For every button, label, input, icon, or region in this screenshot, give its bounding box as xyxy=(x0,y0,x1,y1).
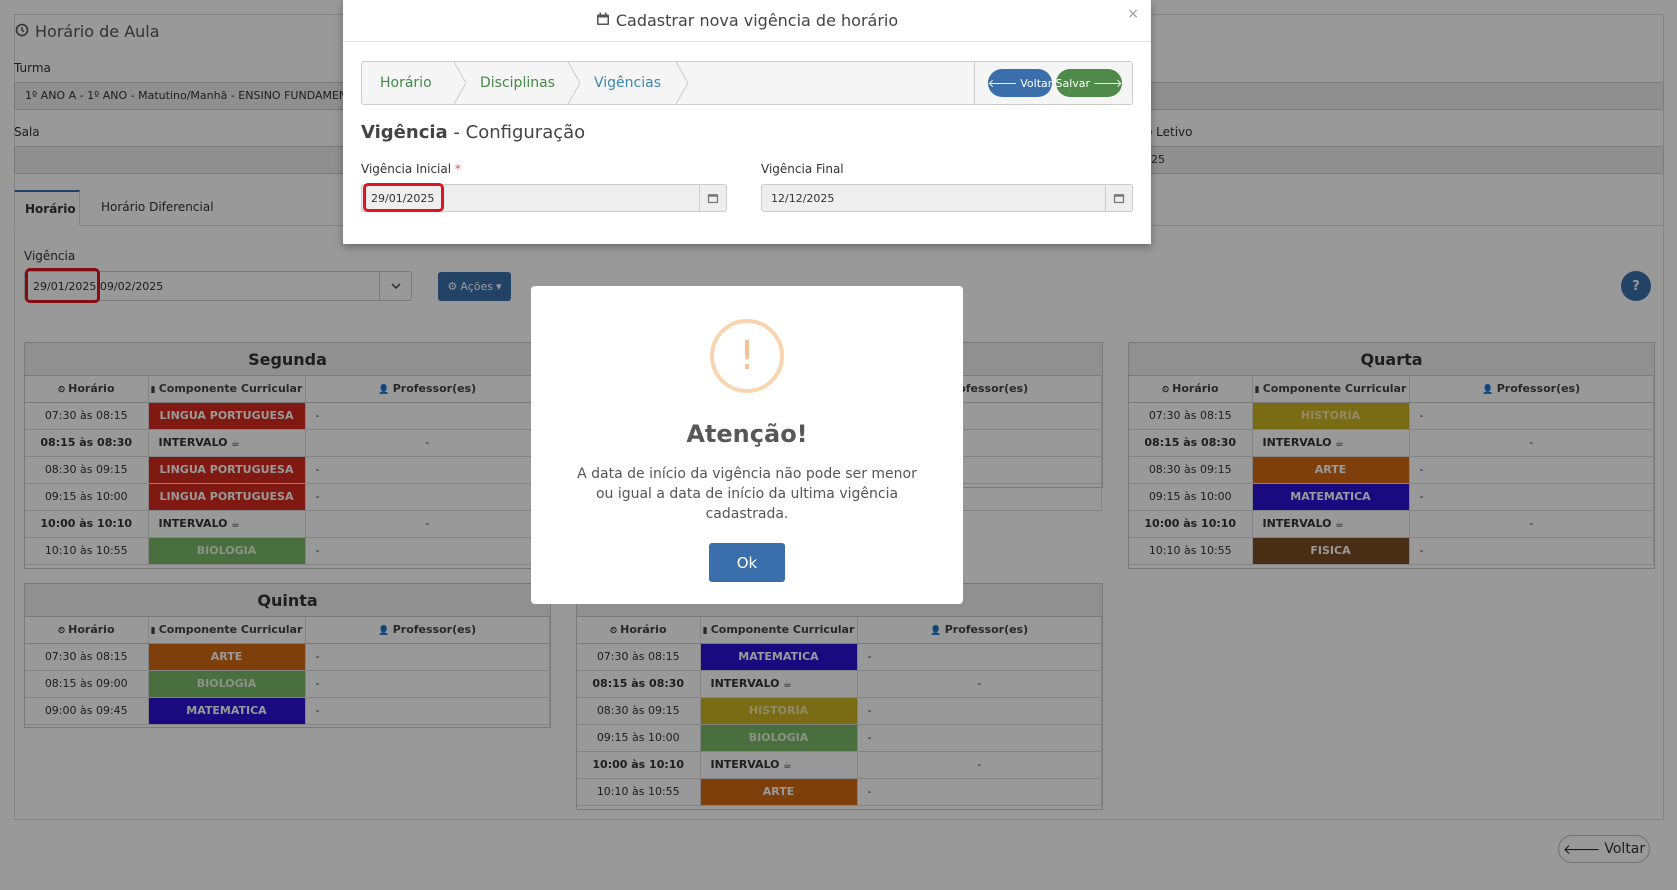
wizard-save-button[interactable]: Salvar 🡒 xyxy=(1055,69,1123,97)
new-vigencia-modal: Cadastrar nova vigência de horário × Hor… xyxy=(343,0,1151,244)
modal-title: Cadastrar nova vigência de horário xyxy=(343,0,1151,42)
alert-message: A data de início da vigência não pode se… xyxy=(577,466,917,522)
section-title: Vigência - Configuração xyxy=(361,122,586,143)
wizard-steps: Horário Disciplinas Vigências 🡐 Voltar Sa… xyxy=(361,61,1133,105)
wizard-step-disciplinas[interactable]: Disciplinas xyxy=(480,62,555,104)
vigencia-final-value: 12/12/2025 xyxy=(771,192,835,205)
alert-title: Atenção! xyxy=(686,420,808,448)
vigencia-final-label: Vigência Final xyxy=(761,162,844,176)
calendar-icon[interactable] xyxy=(699,185,726,211)
arrow-right-icon: 🡒 xyxy=(1093,77,1123,90)
vigencia-inicial-highlight xyxy=(363,183,444,212)
wizard-step-horario[interactable]: Horário xyxy=(380,62,432,104)
step-separator-icon xyxy=(454,62,466,104)
alert-dialog: ! Atenção! A data de início da vigência … xyxy=(531,286,963,604)
wizard-step-vigencias[interactable]: Vigências xyxy=(594,62,661,104)
wizard-save-label: Salvar xyxy=(1055,76,1091,90)
wizard-back-button[interactable]: 🡐 Voltar xyxy=(988,69,1052,97)
vigencia-final-field[interactable]: 12/12/2025 xyxy=(761,184,1133,212)
calendar-icon[interactable] xyxy=(1105,185,1132,211)
step-separator-icon xyxy=(676,62,688,104)
warning-icon: ! xyxy=(710,319,784,393)
vigencia-inicial-label: Vigência Inicial * xyxy=(361,162,461,176)
wizard-actions: 🡐 Voltar Salvar 🡒 xyxy=(974,62,1132,104)
calendar-icon xyxy=(596,11,610,30)
arrow-left-icon: 🡐 xyxy=(987,77,1018,90)
close-icon[interactable]: × xyxy=(1127,6,1139,22)
wizard-back-label: Voltar xyxy=(1020,76,1053,90)
ok-button[interactable]: Ok xyxy=(709,543,785,582)
modal-title-text: Cadastrar nova vigência de horário xyxy=(615,11,899,30)
step-separator-icon xyxy=(568,62,580,104)
